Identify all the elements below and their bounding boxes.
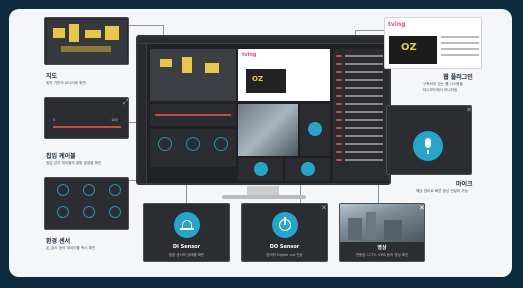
intrusion-cable-card: ⤢ 0 100 [44, 97, 129, 139]
monitor-map-pane [150, 49, 236, 101]
map-title: 지도 [46, 73, 58, 80]
map-card [44, 17, 129, 65]
di-sensor-desc: 접점 센서의 상태를 확인 [168, 253, 205, 257]
sensor-gauge-icon [109, 206, 121, 218]
env-sensor-card [44, 177, 129, 230]
video-title: 영상 [377, 245, 387, 251]
video-card: ✕ 영상 연동된 CCTV, VMS 등의 영상 확인 [339, 203, 425, 262]
monitor-web-logo: tving [242, 52, 257, 58]
cable-left-value: 0 [53, 118, 56, 122]
di-sensor-title: DI Sensor [172, 244, 201, 250]
sensor-gauge-icon [83, 206, 95, 218]
web-plugin-card: tving OZ [384, 17, 482, 69]
mic-title: 마이크 [456, 181, 473, 188]
web-plugin-title: 웹 플러그인 [443, 74, 473, 81]
connector-line [355, 30, 385, 31]
monitor-do-pane [285, 158, 330, 181]
video-feed[interactable] [340, 204, 424, 242]
sensor-gauge-icon [57, 206, 69, 218]
web-banner: OZ [389, 36, 437, 64]
web-plugin-desc-1: 구축되어 있는 웹 시스템을 [423, 82, 463, 86]
power-icon[interactable] [272, 212, 298, 238]
mic-desc: 해당 장비로 빠른 음성 전달이 가능 [416, 189, 468, 193]
map-desc: 위치 기반의 모니터링 화면 [46, 81, 86, 85]
env-sensor-title: 환경 센서 [46, 238, 71, 245]
monitor-list-pane [333, 49, 389, 181]
intrusion-cable-desc: 침입 감지 케이블의 알람 발생을 확인 [46, 161, 102, 165]
connector-line [186, 185, 187, 203]
cable-right-value: 100 [111, 118, 118, 122]
video-desc: 연동된 CCTV, VMS 등의 영상 확인 [355, 253, 409, 257]
monitor-mic-pane [300, 104, 330, 156]
dashboard-monitor: tving OZ [136, 35, 391, 185]
monitor-base [222, 195, 306, 199]
siren-icon[interactable] [174, 212, 200, 238]
monitor-di-pane [238, 158, 283, 181]
monitor-web-badge: OZ [252, 75, 264, 83]
close-icon[interactable]: ✕ [321, 205, 327, 212]
intrusion-cable-title: 칩입 케이블 [46, 153, 76, 160]
sensor-gauge-icon [83, 184, 95, 196]
connector-line [128, 25, 163, 26]
cable-slider-track[interactable] [53, 126, 121, 128]
monitor-cable-pane [150, 104, 236, 126]
expand-icon[interactable]: ⤢ [123, 99, 128, 106]
env-sensor-desc: 온_습도 등의 데이터를 즉시 확인 [46, 246, 96, 250]
web-logo: tving [388, 21, 406, 28]
sensor-gauge-icon [57, 184, 69, 196]
monitor-camera-pane [238, 104, 298, 156]
do-sensor-title: DO Sensor [269, 244, 300, 250]
mic-card: ✕ [386, 105, 472, 175]
close-icon[interactable]: ✕ [466, 107, 471, 114]
map-grid [47, 20, 127, 64]
monitor-gauge-pane [150, 129, 236, 167]
monitor-topbar [138, 37, 389, 44]
mic-icon[interactable] [413, 131, 443, 161]
monitor-web-pane: tving OZ [238, 49, 330, 101]
close-icon[interactable]: ✕ [419, 205, 424, 212]
web-badge: OZ [401, 42, 417, 53]
do-sensor-desc: 장비의 Digital out 전송 [266, 253, 303, 257]
do-sensor-card: ✕ DO Sensor 장비의 Digital out 전송 [241, 203, 328, 262]
web-plugin-desc-2: 대시보드에서 모니터링 [423, 88, 458, 92]
di-sensor-card: DI Sensor 접점 센서의 상태를 확인 [143, 203, 230, 262]
monitor-sidebar [138, 44, 147, 183]
sensor-gauge-icon [109, 184, 121, 196]
